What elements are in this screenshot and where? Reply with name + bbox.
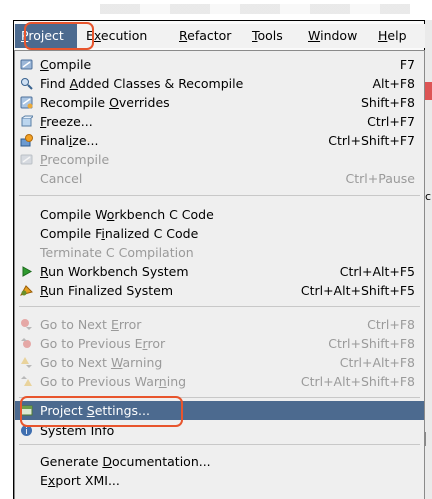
menu-separator: [19, 397, 420, 398]
project-settings-icon: [20, 404, 33, 417]
menu-item-freeze[interactable]: Freeze... Ctrl+F7: [15, 112, 424, 131]
menu-refactor[interactable]: Refactor: [173, 24, 237, 48]
precompile-icon: [20, 153, 33, 166]
menu-item-compile[interactable]: Compile F7: [15, 55, 424, 74]
menu-item-generate-documentation[interactable]: Generate Documentation...: [15, 452, 424, 471]
menu-item-go-to-next-warning[interactable]: Go to Next Warning Ctrl+Alt+F8: [15, 353, 424, 372]
menu-item-system-info[interactable]: i System Info: [15, 421, 424, 440]
run-finalized-icon: [20, 284, 33, 297]
menu-item-go-to-next-error[interactable]: Go to Next Error Ctrl+F8: [15, 315, 424, 334]
menu-separator: [19, 444, 420, 445]
next-error-icon: [20, 318, 33, 331]
previous-error-icon: [20, 337, 33, 350]
menu-item-export-xmi[interactable]: Export XMI...: [15, 471, 424, 490]
menu-item-run-finalized-system[interactable]: Run Finalized System Ctrl+Alt+Shift+F5: [15, 281, 424, 300]
menu-separator: [19, 195, 420, 196]
menu-item-go-to-previous-warning[interactable]: Go to Previous Warning Ctrl+Alt+Shift+F8: [15, 372, 424, 391]
menu-item-project-settings[interactable]: Project Settings...: [15, 401, 424, 420]
system-info-icon: i: [20, 424, 33, 437]
menubar: Project Execution Refactor Tools Window …: [14, 24, 425, 48]
menu-window[interactable]: Window: [302, 24, 363, 48]
recompile-overrides-icon: [20, 96, 33, 109]
menu-separator: [19, 306, 420, 307]
menu-item-compile-workbench-c-code[interactable]: Compile Workbench C Code: [15, 205, 424, 224]
compile-icon: [20, 58, 33, 71]
menu-item-run-workbench-system[interactable]: Run Workbench System Ctrl+Alt+F5: [15, 262, 424, 281]
svg-text:i: i: [25, 427, 28, 437]
menu-item-terminate-c-compilation[interactable]: Terminate C Compilation: [15, 243, 424, 262]
menu-execution[interactable]: Execution: [80, 24, 153, 48]
menu-tools[interactable]: Tools: [246, 24, 289, 48]
find-recompile-icon: [20, 77, 33, 90]
menu-item-go-to-previous-error[interactable]: Go to Previous Error Ctrl+Shift+F8: [15, 334, 424, 353]
menu-item-compile-finalized-c-code[interactable]: Compile Finalized C Code: [15, 224, 424, 243]
next-warning-icon: [20, 356, 33, 369]
finalize-icon: [20, 134, 33, 147]
menu-project[interactable]: Project: [15, 24, 77, 48]
menu-item-find-added-classes[interactable]: Find Added Classes & Recompile Alt+F8: [15, 74, 424, 93]
menu-item-recompile-overrides[interactable]: Recompile Overrides Shift+F8: [15, 93, 424, 112]
menu-item-precompile[interactable]: Precompile: [15, 150, 424, 169]
project-menu-dropdown: Compile F7 Find Added Classes & Recompil…: [14, 50, 425, 499]
background-editor-edge: c: [425, 20, 432, 499]
run-icon: [20, 265, 33, 278]
menu-item-cancel[interactable]: Cancel Ctrl+Pause: [15, 169, 424, 188]
menu-help[interactable]: Help: [372, 24, 413, 48]
background-toolbar: [0, 0, 432, 20]
previous-warning-icon: [20, 375, 33, 388]
freeze-icon: [20, 115, 33, 128]
menu-item-finalize[interactable]: Finalize... Ctrl+Shift+F7: [15, 131, 424, 150]
